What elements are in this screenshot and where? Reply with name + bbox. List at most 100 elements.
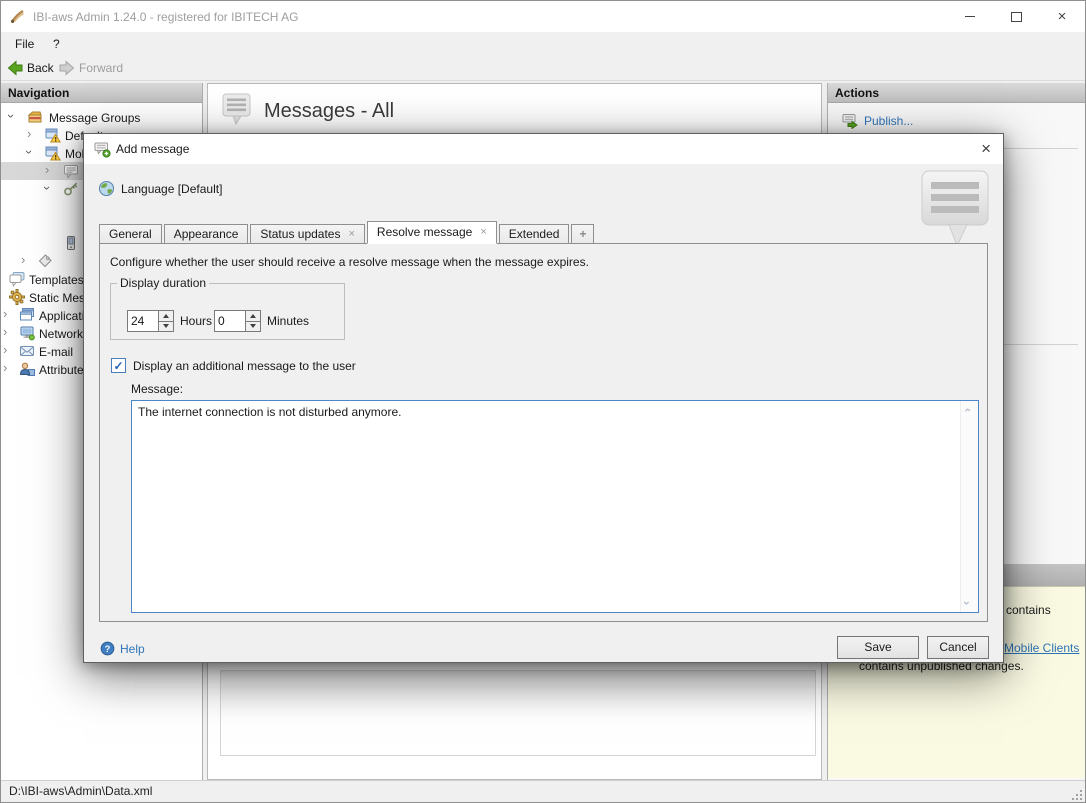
back-button[interactable]: Back — [7, 58, 54, 78]
additional-message-checkbox-row: ✓ Display an additional message to the u… — [111, 358, 356, 373]
chevron-right-icon[interactable]: › — [21, 252, 25, 268]
app-window: IBI-aws Admin 1.24.0 - registered for IB… — [0, 0, 1086, 803]
actions-header: Actions — [828, 83, 1085, 103]
publish-icon — [842, 113, 858, 129]
tab-description: Configure whether the user should receiv… — [110, 255, 589, 269]
help-label: Help — [120, 641, 145, 656]
maximize-button[interactable] — [993, 1, 1039, 32]
sidebar-item-label: Templates — [29, 273, 84, 287]
chevron-right-icon[interactable]: › — [3, 342, 7, 358]
scroll-up-icon[interactable]: › — [960, 408, 974, 412]
maximize-icon — [1010, 11, 1022, 22]
tab-close-icon[interactable]: × — [480, 227, 486, 238]
chevron-right-icon[interactable]: › — [3, 306, 7, 322]
window-title: IBI-aws Admin 1.24.0 - registered for IB… — [33, 9, 299, 24]
message-groups-icon — [27, 109, 43, 125]
hours-up-button[interactable] — [159, 310, 174, 322]
menu-file[interactable]: File — [10, 35, 39, 53]
display-duration-group: Display duration 24 Hours 0 Minutes — [110, 276, 345, 340]
dialog-title: Add message — [116, 142, 190, 156]
templates-icon — [9, 271, 25, 287]
chevron-right-icon[interactable]: › — [3, 360, 7, 376]
tab-appearance[interactable]: Appearance — [163, 224, 249, 244]
phone-icon — [63, 235, 79, 251]
message-watermark-icon — [919, 168, 991, 250]
chevron-down-icon[interactable]: › — [21, 150, 37, 154]
sidebar-item-label: Networks — [39, 327, 90, 341]
tab-close-icon[interactable]: × — [348, 228, 354, 240]
add-message-dialog: Add message × Language [Default] General… — [83, 133, 1004, 663]
tab-resolve-message[interactable]: Resolve message × — [366, 221, 497, 244]
resolve-message-tab-panel: Configure whether the user should receiv… — [99, 243, 988, 622]
hours-stepper — [159, 310, 174, 332]
hours-down-button[interactable] — [159, 321, 174, 332]
additional-message-checkbox[interactable]: ✓ — [111, 358, 126, 373]
minutes-input[interactable]: 0 — [214, 310, 246, 332]
publish-link[interactable]: Publish... — [842, 113, 913, 129]
chevron-down-icon[interactable]: › — [39, 186, 55, 190]
help-icon: ? — [100, 641, 115, 656]
static-messages-icon — [9, 289, 25, 305]
status-bar: D:\IBI-aws\Admin\Data.xml — [1, 780, 1085, 802]
scroll-down-icon[interactable]: › — [960, 601, 974, 605]
textarea-scrollbar[interactable]: › › — [960, 401, 978, 612]
tab-status-updates[interactable]: Status updates × — [250, 224, 365, 244]
navigation-header: Navigation — [1, 83, 202, 103]
hours-label: Hours — [180, 314, 213, 328]
hours-input[interactable]: 24 — [127, 310, 159, 332]
minutes-up-button[interactable] — [246, 310, 261, 322]
minutes-down-button[interactable] — [246, 321, 261, 332]
svg-text:?: ? — [105, 644, 111, 654]
tab-label: Appearance — [173, 226, 239, 241]
tab-general[interactable]: General — [99, 224, 162, 244]
menu-help[interactable]: ? — [48, 35, 65, 53]
resize-grip[interactable] — [1070, 788, 1082, 800]
tag-icon — [37, 253, 53, 269]
message-label: Message: — [131, 382, 184, 396]
help-link[interactable]: ? Help — [100, 641, 145, 656]
close-button[interactable]: × — [1039, 1, 1085, 32]
group-warning-icon — [45, 145, 61, 161]
minimize-button[interactable] — [947, 1, 993, 32]
message-list-area — [220, 670, 816, 756]
close-icon: × — [1057, 8, 1067, 25]
status-path: D:\IBI-aws\Admin\Data.xml — [9, 784, 153, 798]
back-icon — [7, 60, 23, 76]
sidebar-item-message-groups[interactable]: › Message Groups — [1, 108, 203, 126]
cancel-button[interactable]: Cancel — [927, 636, 989, 659]
message-text: The internet connection is not disturbed… — [138, 405, 402, 419]
tab-label: Status updates — [260, 226, 341, 241]
group-warning-icon — [45, 127, 61, 143]
tab-label: Extended — [508, 226, 560, 241]
back-label: Back — [27, 61, 54, 75]
messages-header-icon — [221, 92, 253, 126]
language-row: Language [Default] — [98, 180, 222, 197]
chevron-right-icon[interactable]: › — [3, 324, 7, 340]
forward-label: Forward — [79, 61, 124, 75]
forward-button[interactable]: Forward — [59, 58, 123, 78]
additional-message-label: Display an additional message to the use… — [133, 358, 356, 373]
email-icon — [19, 343, 35, 359]
app-icon — [10, 8, 26, 24]
message-textarea[interactable]: The internet connection is not disturbed… — [131, 400, 979, 613]
forward-icon — [59, 60, 75, 76]
dialog-titlebar: Add message × — [84, 134, 1003, 164]
messages-icon — [63, 163, 79, 179]
save-button[interactable]: Save — [837, 636, 919, 659]
chevron-right-icon[interactable]: › — [45, 162, 49, 178]
publish-label: Publish... — [864, 114, 914, 128]
networks-icon — [19, 325, 35, 341]
tab-extended[interactable]: Extended — [498, 224, 570, 244]
dialog-close-icon[interactable]: × — [981, 139, 991, 159]
chevron-right-icon[interactable]: › — [27, 126, 31, 142]
mobile-clients-link[interactable]: Mobile Clients — [1004, 641, 1079, 655]
language-label: Language [Default] — [121, 181, 223, 196]
dialog-tabs: General Appearance Status updates × Resolve … — [99, 221, 596, 244]
add-message-icon — [94, 141, 111, 158]
key-icon — [63, 181, 79, 197]
chevron-down-icon[interactable]: › — [3, 114, 19, 118]
tab-label: General — [109, 226, 152, 241]
checkmark-icon: ✓ — [113, 358, 124, 373]
minutes-label: Minutes — [267, 314, 310, 328]
add-tab-button[interactable]: + — [571, 224, 595, 244]
